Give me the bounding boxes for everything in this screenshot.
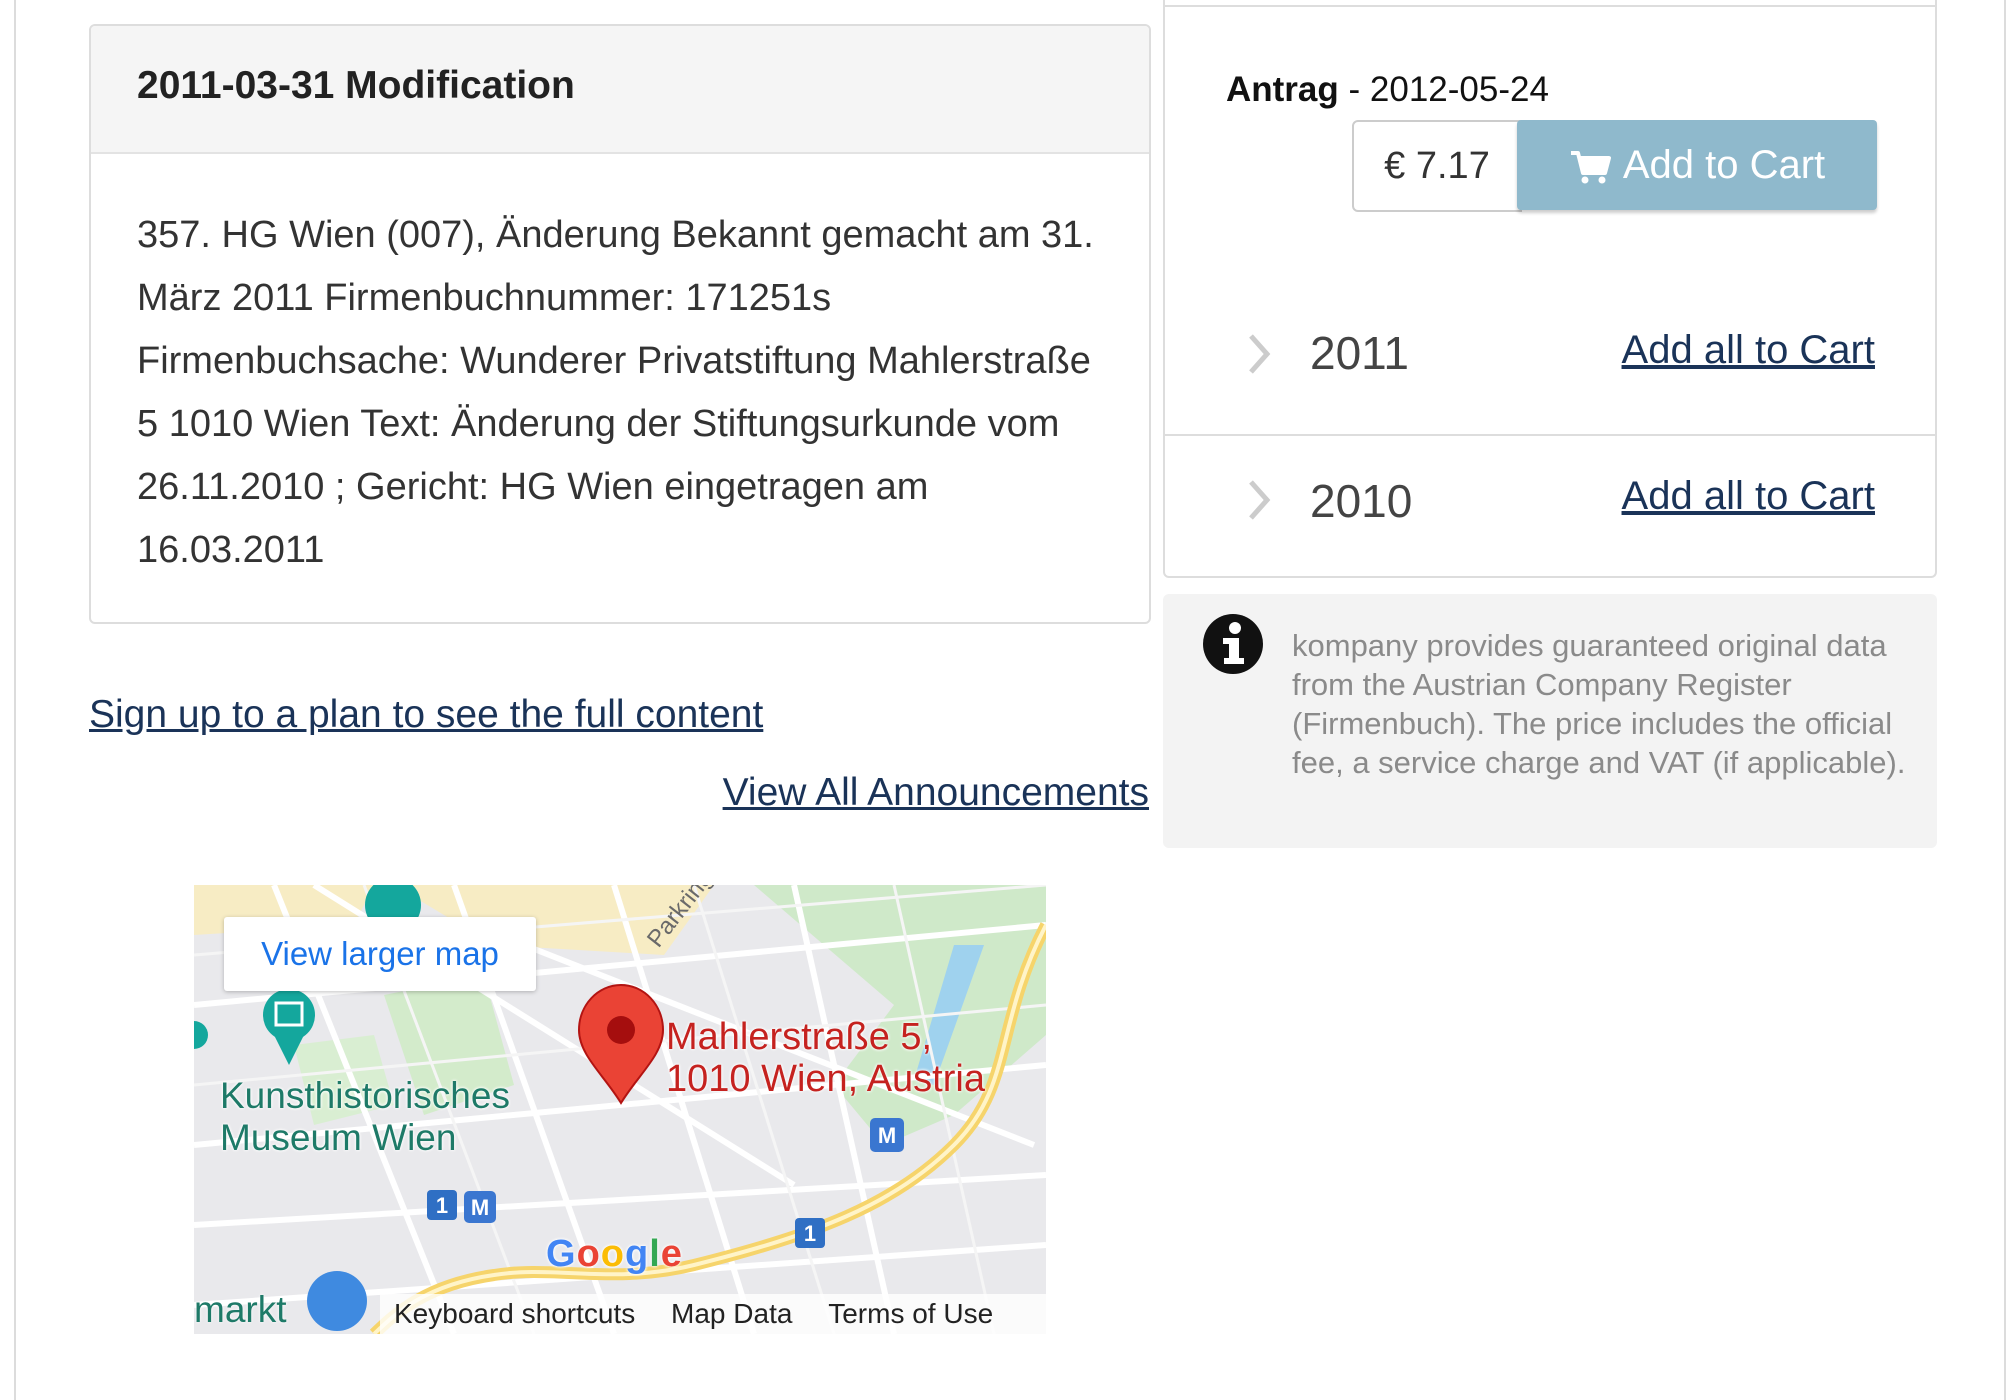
terms-of-use-link[interactable]: Terms of Use [828,1298,993,1329]
price-display: € 7.17 [1352,120,1522,212]
year-label: 2011 [1310,327,1409,379]
document-type: Antrag [1226,70,1339,109]
svg-text:M: M [878,1123,896,1148]
map-poi-line1: Kunsthistorisches [220,1075,510,1116]
svg-text:1: 1 [804,1221,816,1246]
document-separator: - [1338,70,1370,109]
info-icon [1203,614,1263,674]
map-poi-line2: Museum Wien [220,1117,457,1158]
signup-link[interactable]: Sign up to a plan to see the full conten… [89,690,763,740]
map-address-line2: 1010 Wien, Austria [666,1058,985,1100]
chevron-right-icon [1249,334,1271,374]
year-label: 2010 [1310,475,1413,527]
info-text: kompany provides guaranteed original dat… [1292,628,1906,780]
map-poi-label: Kunsthistorisches Museum Wien [220,1075,510,1159]
announcement-panel: 2011-03-31 Modification 357. HG Wien (00… [89,24,1151,624]
svg-text:1: 1 [436,1193,448,1218]
year-row-2011[interactable]: 2011 Add all to Cart [1165,290,1935,432]
add-to-cart-button[interactable]: Add to Cart [1517,120,1877,210]
cart-icon [1570,151,1611,184]
document-line: Antrag - 2012-05-24 [1226,70,1549,110]
map-partial-label: markt [194,1289,287,1330]
announcement-body: 357. HG Wien (007), Änderung Bekannt gem… [137,214,1094,571]
location-map[interactable]: M M 1 1 Parkring Mahlerstraße 5, 1010 Wi… [194,885,1046,1334]
keyboard-shortcuts-link[interactable]: Keyboard shortcuts [394,1298,635,1329]
google-logo: Google [546,1233,683,1275]
info-panel: kompany provides guaranteed original dat… [1163,594,1937,848]
document-date: 2012-05-24 [1369,70,1549,109]
map-address-label: Mahlerstraße 5, 1010 Wien, Austria [666,1016,985,1100]
add-to-cart-label: Add to Cart [1622,143,1826,187]
year-row-2010[interactable]: 2010 Add all to Cart [1165,434,1935,578]
panel-divider [1165,5,1935,7]
map-footer: Keyboard shortcuts Map Data Terms of Use [380,1294,1046,1334]
view-all-announcements-link[interactable]: View All Announcements [723,768,1149,818]
view-larger-map-link[interactable]: View larger map [224,917,536,991]
add-all-to-cart-link[interactable]: Add all to Cart [1622,328,1875,373]
announcement-heading: 2011-03-31 Modification [91,26,1149,154]
map-data-link[interactable]: Map Data [671,1298,792,1329]
cart-panel: Antrag - 2012-05-24 € 7.17 Add to Cart 2… [1163,0,1937,578]
add-all-to-cart-link[interactable]: Add all to Cart [1622,474,1875,519]
chevron-right-icon [1249,480,1271,520]
map-address-line1: Mahlerstraße 5, [666,1016,933,1058]
